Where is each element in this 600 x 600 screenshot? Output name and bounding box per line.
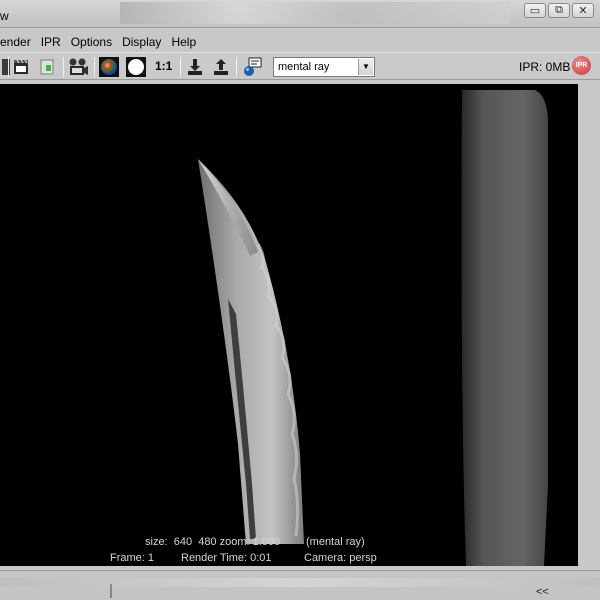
menu-help[interactable]: Help (166, 35, 201, 49)
menu-ipr[interactable]: IPR (36, 35, 66, 49)
render-region-icon[interactable] (67, 56, 89, 78)
renderer-dropdown[interactable]: mental ray ▼ (273, 57, 375, 77)
toolbar-separator (63, 57, 64, 77)
toolbar-separator (236, 57, 237, 77)
hud-size-zoom: size: 640 480 zoom: 1.000 (145, 536, 281, 548)
hud-render-time: Render Time: 0:01 (181, 552, 272, 564)
ipr-memory-label: IPR: 0MB (519, 60, 571, 74)
hud-frame: Frame: 1 (110, 552, 155, 564)
window-controls: ▭ ⧉ ✕ (524, 3, 594, 18)
menu-options[interactable]: Options (66, 35, 117, 49)
collapse-button[interactable]: << (536, 586, 549, 598)
remove-image-icon[interactable] (210, 56, 232, 78)
color-channels-icon[interactable] (98, 56, 120, 78)
ipr-badge-label: IPR (575, 62, 588, 69)
keep-image-icon[interactable] (184, 56, 206, 78)
hud-renderer: (mental ray) (306, 536, 365, 548)
bottom-bar: << (0, 570, 600, 600)
window-title: w (0, 9, 9, 23)
close-button[interactable]: ✕ (572, 3, 594, 18)
real-size-button[interactable]: 1:1 (155, 59, 172, 73)
redo-render-icon[interactable] (36, 56, 58, 78)
chevron-down-icon: ▼ (358, 59, 373, 75)
toolbar-separator (180, 57, 181, 77)
background-strip (0, 578, 600, 587)
ipr-button[interactable]: IPR (572, 56, 591, 75)
rendered-image (198, 90, 548, 566)
menu-render[interactable]: ender (0, 35, 36, 49)
render-toolbar: 1:1 mental ray ▼ IPR: 0MB (0, 52, 600, 80)
alpha-channel-icon[interactable] (125, 56, 147, 78)
render-settings-icon[interactable] (241, 56, 263, 78)
render-view[interactable]: size: 640 480 zoom: 1.000 (mental ray) F… (0, 84, 578, 566)
minimize-button[interactable]: ▭ (524, 3, 546, 18)
title-bar: w ▭ ⧉ ✕ (0, 0, 600, 28)
renderer-value: mental ray (278, 61, 330, 73)
divider (110, 584, 112, 598)
render-frame-icon[interactable] (10, 56, 32, 78)
menu-display[interactable]: Display (117, 35, 166, 49)
maximize-button[interactable]: ⧉ (548, 3, 570, 18)
toolbar-separator (8, 57, 9, 77)
menu-bar: ender IPR Options Display Help (0, 31, 600, 52)
background-window-strip (120, 2, 510, 24)
toolbar-separator (94, 57, 95, 77)
viewport-margin (578, 84, 600, 566)
hud-camera: Camera: persp (304, 552, 377, 564)
